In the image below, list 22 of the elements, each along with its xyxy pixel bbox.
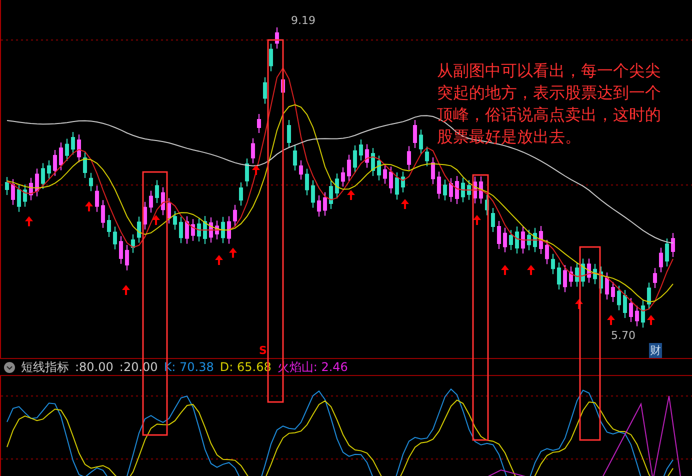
up-arrow-icon (473, 215, 481, 225)
up-arrow-icon (527, 265, 535, 275)
up-arrow-icon (401, 199, 409, 209)
indicator-parameter: :80.00 (75, 360, 114, 374)
price-label: 5.70 (611, 329, 636, 342)
up-arrow-icon (252, 165, 260, 175)
up-arrow-icon (647, 315, 655, 325)
up-arrow-icon (607, 315, 615, 325)
up-arrow-icon (152, 215, 160, 225)
up-arrow-icon (501, 265, 509, 275)
up-arrow-icon (575, 299, 583, 309)
up-arrow-icon (229, 248, 237, 258)
up-arrow-icon (85, 201, 93, 212)
indicator-name: 短线指标 (21, 358, 69, 376)
up-arrow-icon (347, 190, 355, 200)
price-label: 9.19 (291, 14, 316, 27)
up-arrow-icon (25, 216, 33, 226)
event-marker[interactable]: 财 (649, 343, 662, 358)
sell-marker: S (259, 344, 267, 357)
up-arrow-icon (215, 255, 223, 265)
collapse-icon[interactable] (4, 362, 15, 372)
up-arrow-icon (122, 285, 130, 295)
